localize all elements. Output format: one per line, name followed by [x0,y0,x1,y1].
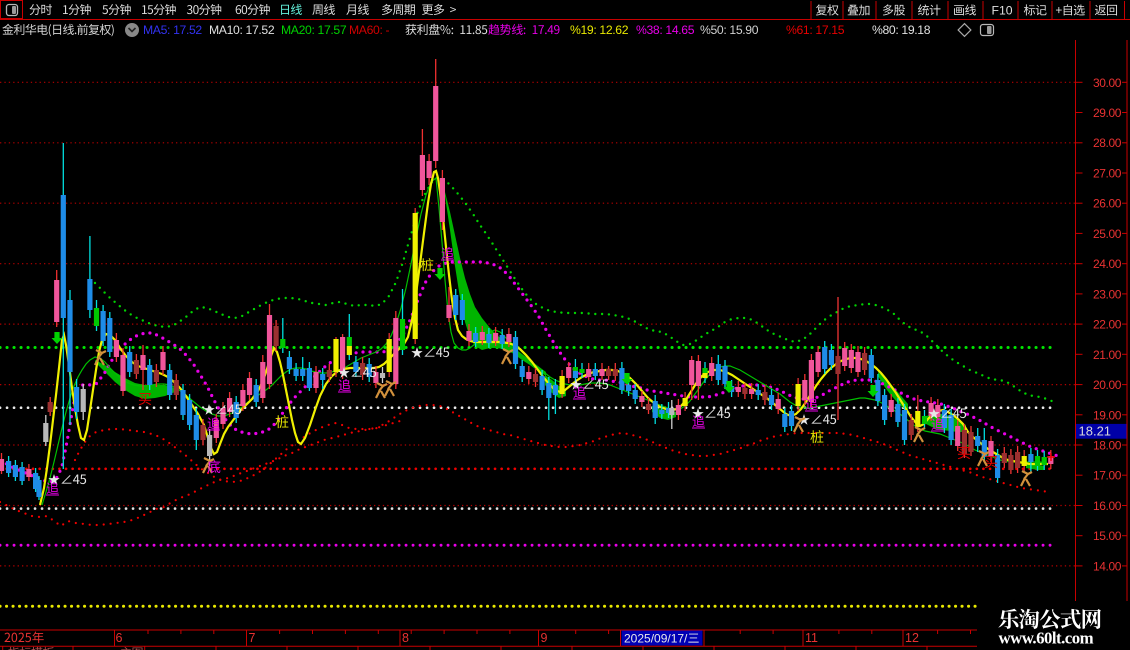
svg-text:20.00: 20.00 [1093,378,1122,392]
svg-text:24.00: 24.00 [1093,257,1122,271]
svg-text:26.00: 26.00 [1093,197,1122,211]
svg-text:www.60lt.com: www.60lt.com [998,629,1093,648]
svg-text:18.21: 18.21 [1079,424,1112,439]
svg-text:18.00: 18.00 [1093,439,1122,453]
svg-text:%61: 17.15: %61: 17.15 [786,23,845,37]
svg-text:15.00: 15.00 [1093,529,1122,543]
svg-text:9: 9 [541,631,548,645]
svg-text:F10: F10 [992,4,1013,18]
svg-text:%19: 12.62: %19: 12.62 [570,23,629,37]
svg-text:MA10: 17.52: MA10: 17.52 [209,23,275,37]
svg-text:25.00: 25.00 [1093,227,1122,241]
svg-text:14.00: 14.00 [1093,559,1122,573]
svg-text:23.00: 23.00 [1093,287,1122,301]
svg-text:%50: 15.90: %50: 15.90 [700,23,759,37]
svg-text:30.00: 30.00 [1093,76,1122,90]
svg-text:8: 8 [402,631,409,645]
svg-text:2025/09/17/: 2025/09/17/ [624,632,688,646]
svg-text:16.00: 16.00 [1093,499,1122,513]
svg-text:21.00: 21.00 [1093,348,1122,362]
svg-text:MA5: 17.52: MA5: 17.52 [143,23,202,37]
svg-text:%80: 19.18: %80: 19.18 [872,23,931,37]
svg-text:MA60: -: MA60: - [349,23,390,37]
svg-text:29.00: 29.00 [1093,106,1122,120]
svg-text:22.00: 22.00 [1093,318,1122,332]
svg-text:6: 6 [116,631,123,645]
svg-text:27.00: 27.00 [1093,167,1122,181]
svg-text:19.00: 19.00 [1093,408,1122,422]
svg-text:28.00: 28.00 [1093,136,1122,150]
svg-text:17.00: 17.00 [1093,469,1122,483]
svg-text:12: 12 [905,631,919,645]
svg-text:MA20: 17.57: MA20: 17.57 [281,23,347,37]
svg-text:%38: 14.65: %38: 14.65 [636,23,695,37]
svg-text:11: 11 [805,631,818,645]
svg-text:7: 7 [249,631,256,645]
